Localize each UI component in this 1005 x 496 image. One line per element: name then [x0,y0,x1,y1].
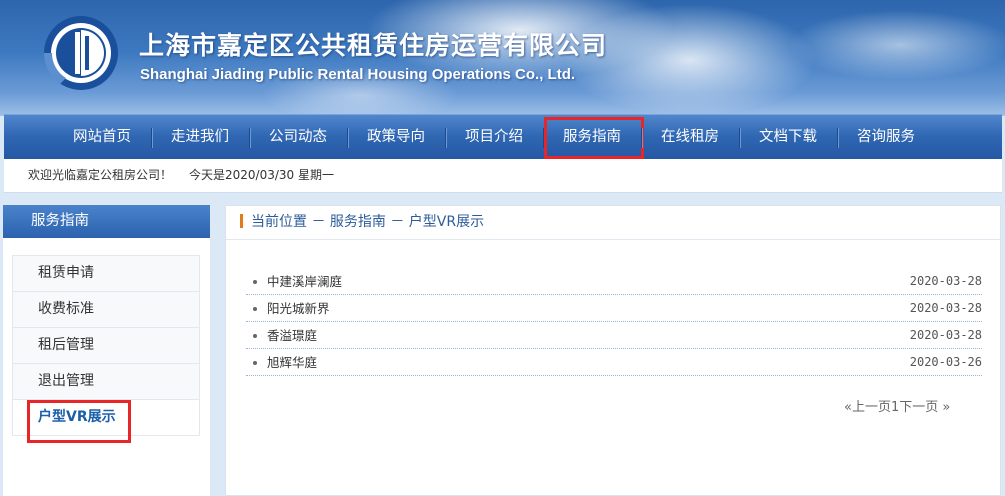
list-item-date: 2020-03-28 [909,328,982,342]
bullet-icon [253,307,257,311]
sidebar-title: 服务指南 [3,205,210,238]
main-nav: 网站首页 走进我们 公司动态 政策导向 项目介绍 服务指南 在线租房 文档下载 … [4,114,1002,159]
list-item-date: 2020-03-28 [909,301,982,315]
main-panel: 当前位置 － 服务指南 － 户型VR展示 中建溪岸澜庭 2020-03-28 阳… [225,205,1001,496]
nav-item-online-rental[interactable]: 在线租房 [641,115,739,160]
list-item-title[interactable]: 旭辉华庭 [267,349,317,376]
list-item[interactable]: 香溢璟庭 2020-03-28 [246,322,982,349]
breadcrumb-marker [240,214,243,228]
date-text: 今天是2020/03/30 星期一 [189,168,334,182]
sidebar-item-exit-management[interactable]: 退出管理 [13,364,199,400]
sidebar: 服务指南 租赁申请 收费标准 租后管理 退出管理 户型VR展示 [3,205,210,496]
next-page-link[interactable]: 下一页 » [899,400,950,415]
breadcrumb-text: 当前位置 － 服务指南 － 户型VR展示 [251,214,485,230]
company-name-en: Shanghai Jiading Public Rental Housing O… [140,66,576,83]
current-page-number[interactable]: 1 [891,400,899,415]
bullet-icon [253,334,257,338]
list-item[interactable]: 阳光城新界 2020-03-28 [246,295,982,322]
prev-page-link[interactable]: «上一页 [844,400,891,415]
nav-item-downloads[interactable]: 文档下载 [739,115,837,160]
pagination: «上一页1下一页 » [844,396,950,415]
sidebar-item-vr-floorplans[interactable]: 户型VR展示 [13,400,199,443]
sidebar-menu: 租赁申请 收费标准 租后管理 退出管理 户型VR展示 [12,255,200,443]
nav-item-about[interactable]: 走进我们 [151,115,249,160]
welcome-text: 欢迎光临嘉定公租房公司！ [28,168,173,182]
welcome-bar: 欢迎光临嘉定公租房公司！ 今天是2020/03/30 星期一 [4,159,1002,193]
sidebar-item-fee-standards[interactable]: 收费标准 [13,292,199,328]
nav-item-home[interactable]: 网站首页 [53,115,151,160]
project-list: 中建溪岸澜庭 2020-03-28 阳光城新界 2020-03-28 香溢璟庭 … [246,268,982,376]
company-logo-icon[interactable] [42,14,120,92]
bullet-icon [253,361,257,365]
bullet-icon [253,280,257,284]
sidebar-item-rental-application[interactable]: 租赁申请 [13,256,199,292]
nav-item-service-guide[interactable]: 服务指南 [543,115,644,160]
header-banner: 上海市嘉定区公共租赁住房运营有限公司 Shanghai Jiading Publ… [0,0,1005,116]
list-item-date: 2020-03-28 [909,274,982,288]
company-name-cn: 上海市嘉定区公共租赁住房运营有限公司 [139,31,608,60]
sidebar-item-post-rental-management[interactable]: 租后管理 [13,328,199,364]
nav-item-projects[interactable]: 项目介绍 [445,115,543,160]
nav-item-policy[interactable]: 政策导向 [347,115,445,160]
list-item-title[interactable]: 香溢璟庭 [267,322,317,349]
breadcrumb: 当前位置 － 服务指南 － 户型VR展示 [226,206,1000,240]
list-item-title[interactable]: 阳光城新界 [267,295,330,322]
list-item-date: 2020-03-26 [909,355,982,369]
list-item-title[interactable]: 中建溪岸澜庭 [267,268,342,295]
list-item[interactable]: 中建溪岸澜庭 2020-03-28 [246,268,982,295]
nav-item-news[interactable]: 公司动态 [249,115,347,160]
list-item[interactable]: 旭辉华庭 2020-03-26 [246,349,982,376]
nav-item-consulting[interactable]: 咨询服务 [837,115,935,160]
